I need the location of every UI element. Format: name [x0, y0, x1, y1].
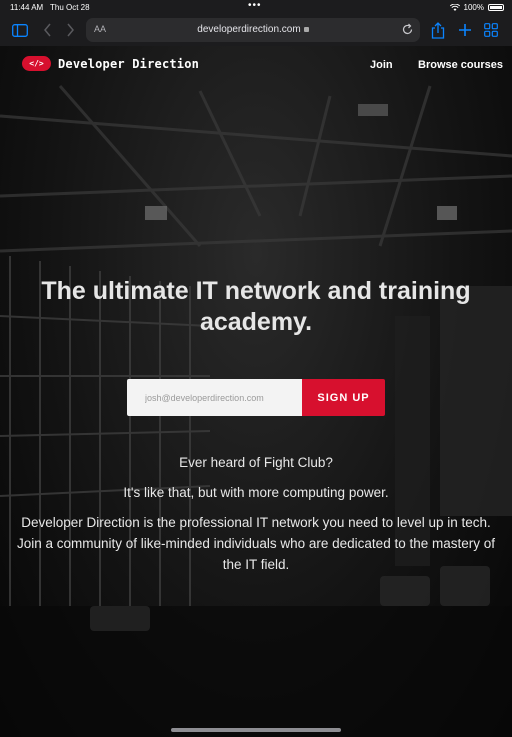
sidebar-icon[interactable] [10, 20, 30, 40]
new-tab-icon[interactable] [455, 20, 475, 40]
site-nav: </> Developer Direction Join Browse cour… [0, 46, 512, 86]
url-text: developerdirection.com [197, 24, 301, 35]
nav-join-link[interactable]: Join [370, 59, 393, 71]
home-indicator[interactable] [171, 728, 341, 732]
wifi-icon [449, 4, 460, 11]
back-icon[interactable] [38, 20, 58, 40]
status-date: Thu Oct 28 [50, 3, 90, 12]
nav-browse-courses-link[interactable]: Browse courses [418, 59, 503, 71]
signup-form: SIGN UP [127, 379, 385, 416]
battery-icon [488, 4, 504, 11]
hero-line-fight-club: Ever heard of Fight Club? [179, 455, 333, 470]
battery-percent: 100% [463, 3, 484, 12]
brand-logo-icon: </> [22, 56, 51, 71]
signup-button[interactable]: SIGN UP [302, 379, 385, 416]
forward-icon[interactable] [60, 20, 80, 40]
status-time: 11:44 AM [10, 3, 44, 12]
lock-icon [303, 26, 309, 32]
hero-description: Developer Direction is the professional … [17, 515, 495, 572]
multitasking-dots-icon[interactable]: ••• [248, 0, 262, 11]
share-icon[interactable] [428, 20, 448, 40]
address-bar[interactable]: AA developerdirection.com [86, 18, 420, 42]
status-bar: 11:44 AM Thu Oct 28 ••• 100% [0, 0, 512, 14]
hero-section: </> Developer Direction Join Browse cour… [0, 46, 512, 737]
brand-name: Developer Direction [58, 56, 200, 71]
hero-headline: The ultimate IT network and training aca… [41, 277, 471, 336]
hero-line-computing-power: It's like that, but with more computing … [123, 485, 389, 500]
brand-link[interactable]: </> Developer Direction [22, 56, 199, 71]
tabs-grid-icon[interactable] [481, 20, 501, 40]
email-input[interactable] [127, 379, 302, 416]
reload-icon[interactable] [401, 23, 414, 41]
browser-toolbar: AA developerdirection.com [0, 14, 512, 46]
